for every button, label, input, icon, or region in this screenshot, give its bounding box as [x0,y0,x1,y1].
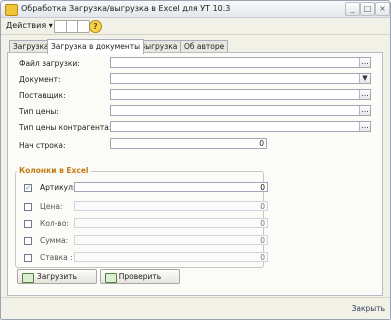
file-browse-button[interactable]: ... [359,58,370,67]
supplier-label: Поставщик: [19,91,66,100]
title-bar: Обработка Загрузка/выгрузка в Excel для … [1,1,390,18]
price-column-input[interactable]: 0 [74,201,268,211]
price-checkbox[interactable] [24,203,32,211]
supplier-field[interactable]: ... [110,89,371,100]
bottom-bar: Закрыть [1,297,390,319]
file-label: Файл загрузки: [19,59,80,68]
close-window-button[interactable]: × [375,2,390,16]
main-window: Обработка Загрузка/выгрузка в Excel для … [0,0,391,320]
maximize-button[interactable]: □ [360,2,375,16]
contractor-price-type-field[interactable]: ... [110,121,371,132]
rate-label: Ставка : [40,253,73,262]
price-type-field[interactable]: ... [110,105,371,116]
toolbar: Действия ▾ ? [1,18,390,35]
start-row-input[interactable]: 0 [110,138,267,149]
check-button-label: Проверить [118,272,162,281]
quantity-column-input[interactable]: 0 [74,218,268,228]
rate-column-value: 0 [260,253,265,262]
document-dropdown-button[interactable]: ▼ [359,74,370,83]
tab-load-documents[interactable]: Загрузка в документы [47,39,145,54]
app-icon [5,4,18,16]
load-button[interactable]: Загрузить [17,269,97,284]
quantity-label: Кол-во: [40,219,69,228]
sum-checkbox[interactable] [24,237,32,245]
article-label: Артикул: [40,183,76,192]
supplier-select-button[interactable]: ... [359,90,370,99]
quantity-column-value: 0 [260,219,265,228]
price-type-label: Тип цены: [19,107,59,116]
article-column-value: 0 [260,183,265,192]
start-row-value: 0 [259,139,264,148]
article-checkbox[interactable]: ✓ [24,184,32,192]
sum-column-value: 0 [260,236,265,245]
excel-columns-title: Колонки в Excel [17,166,91,175]
minimize-button[interactable]: _ [345,2,360,16]
rate-column-input[interactable]: 0 [74,252,268,262]
price-type-select-button[interactable]: ... [359,106,370,115]
close-link[interactable]: Закрыть [352,304,385,313]
sum-label: Сумма: [40,236,69,245]
help-icon[interactable]: ? [89,20,102,33]
start-row-label: Нач строка: [19,141,66,150]
document-field[interactable]: ▼ [110,73,371,84]
price-column-value: 0 [260,202,265,211]
sum-column-input[interactable]: 0 [74,235,268,245]
window-title: Обработка Загрузка/выгрузка в Excel для … [21,4,231,13]
contractor-price-type-label: Тип цены контрагента: [19,123,112,132]
rate-checkbox[interactable] [24,254,32,262]
actions-menu[interactable]: Действия ▾ [6,21,53,30]
file-input[interactable]: ... [110,57,371,68]
check-button[interactable]: Проверить [100,269,180,284]
contractor-price-type-select-button[interactable]: ... [359,122,370,131]
price-label: Цена: [40,202,63,211]
quantity-checkbox[interactable] [24,220,32,228]
document-label: Документ: [19,75,61,84]
load-button-label: Загрузить [36,272,78,281]
article-column-input[interactable]: 0 [74,182,268,192]
